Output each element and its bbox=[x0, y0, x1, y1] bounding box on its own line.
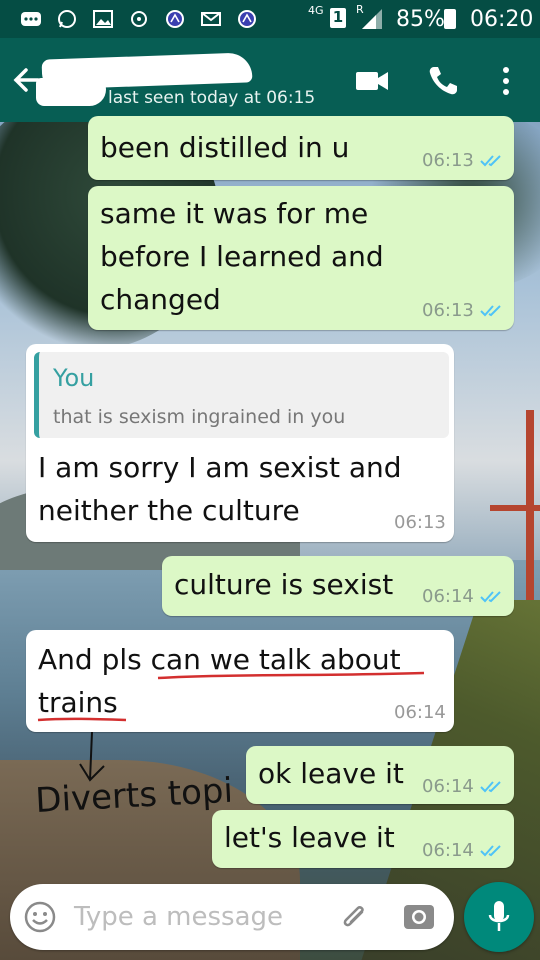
message-text: ok leave it bbox=[258, 757, 404, 790]
contact-name[interactable] bbox=[41, 52, 253, 90]
clock: 06:20 bbox=[470, 7, 534, 32]
network-type: 4G bbox=[308, 4, 324, 17]
read-ticks-icon bbox=[480, 155, 501, 167]
handwritten-annotation: Diverts topic bbox=[34, 731, 230, 821]
attach-icon[interactable] bbox=[338, 900, 372, 934]
reply-quote[interactable]: You that is sexism ingrained in you bbox=[34, 352, 449, 438]
message-outgoing[interactable]: ok leave it 06:14 bbox=[246, 746, 514, 804]
more-icon bbox=[21, 12, 41, 26]
more-vert-icon[interactable] bbox=[496, 64, 516, 98]
whatsapp-icon bbox=[58, 10, 76, 28]
message-time: 06:14 bbox=[422, 586, 474, 607]
message-text: been distilled in u bbox=[100, 131, 350, 164]
message-outgoing[interactable]: been distilled in u 06:13 bbox=[88, 116, 514, 180]
mic-icon bbox=[488, 901, 510, 931]
message-time: 06:13 bbox=[394, 512, 446, 533]
messenger-icon bbox=[238, 10, 256, 28]
read-ticks-icon bbox=[480, 781, 501, 793]
gallery-icon bbox=[93, 10, 113, 28]
message-time: 06:13 bbox=[422, 150, 474, 171]
messenger-icon bbox=[166, 10, 184, 28]
read-ticks-icon bbox=[480, 591, 501, 603]
camera-icon[interactable] bbox=[402, 901, 436, 933]
video-call-icon[interactable] bbox=[354, 66, 390, 96]
read-ticks-icon bbox=[480, 845, 501, 857]
status-bar: 4G 1 R 85% 06:20 bbox=[0, 0, 540, 38]
message-input[interactable]: Type a message bbox=[74, 902, 283, 932]
chat-header: last seen today at 06:15 bbox=[0, 38, 540, 122]
battery-icon bbox=[444, 9, 456, 29]
message-time: 06:14 bbox=[422, 840, 474, 861]
annotation-text: Diverts topic bbox=[34, 770, 230, 821]
message-composer[interactable]: Type a message bbox=[10, 884, 454, 950]
message-outgoing[interactable]: culture is sexist 06:14 bbox=[162, 556, 514, 616]
red-underline-annotation bbox=[37, 671, 425, 722]
quote-author: You bbox=[53, 364, 95, 392]
message-incoming[interactable]: You that is sexism ingrained in you I am… bbox=[26, 344, 454, 542]
sim-badge: 1 bbox=[330, 8, 346, 28]
message-incoming[interactable]: And pls can we talk about trains 06:14 bbox=[26, 630, 454, 732]
read-ticks-icon bbox=[480, 305, 501, 317]
last-seen-status: last seen today at 06:15 bbox=[108, 88, 316, 108]
mail-icon bbox=[201, 12, 221, 26]
message-outgoing[interactable]: let's leave it 06:14 bbox=[212, 810, 514, 868]
battery-percent: 85% bbox=[396, 7, 445, 32]
emoji-icon[interactable] bbox=[24, 901, 56, 933]
message-time: 06:13 bbox=[422, 300, 474, 321]
wallpaper-bridge-deck bbox=[490, 505, 540, 511]
message-text: culture is sexist bbox=[174, 568, 394, 601]
quote-text: that is sexism ingrained in you bbox=[53, 406, 346, 428]
message-text: let's leave it bbox=[224, 821, 395, 854]
phone-icon[interactable] bbox=[426, 64, 460, 98]
mic-button[interactable] bbox=[464, 882, 534, 952]
data-saver-icon bbox=[131, 11, 147, 27]
message-time: 06:14 bbox=[422, 776, 474, 797]
signal-icon bbox=[362, 9, 382, 29]
message-outgoing[interactable]: same it was for me before I learned and … bbox=[88, 186, 514, 330]
message-text: same it was for me before I learned and … bbox=[100, 197, 384, 316]
message-text: I am sorry I am sexist and neither the c… bbox=[38, 451, 402, 527]
